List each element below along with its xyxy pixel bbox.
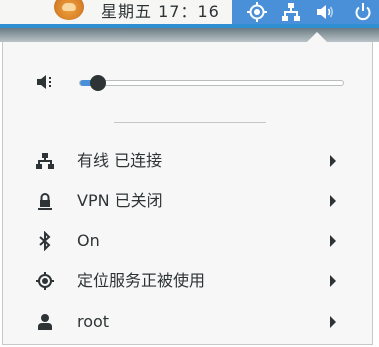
menu-item-user[interactable]: root bbox=[3, 303, 374, 341]
system-menu: 有线 已连接 VPN 已关闭 On 定位服务正被使用 root bbox=[2, 42, 373, 345]
menu-pointer-arrow bbox=[307, 32, 327, 42]
volume-row bbox=[3, 66, 374, 98]
network-wired-icon bbox=[282, 3, 300, 21]
menu-separator bbox=[114, 122, 266, 123]
menu-item-label: root bbox=[77, 312, 110, 331]
submenu-arrow-icon bbox=[330, 195, 336, 207]
menu-item-location-services[interactable]: 定位服务正被使用 bbox=[3, 262, 374, 300]
volume-slider[interactable] bbox=[79, 80, 344, 86]
menu-item-label: On bbox=[77, 231, 100, 250]
submenu-arrow-icon bbox=[330, 316, 336, 328]
network-wired-icon bbox=[36, 153, 54, 169]
bluetooth-icon bbox=[39, 231, 51, 251]
submenu-arrow-icon bbox=[330, 235, 336, 247]
volume-icon bbox=[317, 5, 334, 19]
system-status-area[interactable] bbox=[232, 0, 379, 24]
volume-slider-handle[interactable] bbox=[89, 75, 106, 91]
clock[interactable]: 星期五 17：16 bbox=[101, 0, 220, 22]
top-bar: 星期五 17：16 bbox=[0, 0, 379, 24]
menu-item-label: 定位服务正被使用 bbox=[77, 271, 206, 290]
power-icon bbox=[355, 3, 371, 21]
submenu-arrow-icon bbox=[330, 155, 336, 167]
menu-item-vpn[interactable]: VPN 已关闭 bbox=[3, 182, 374, 220]
fire-app-icon[interactable] bbox=[54, 0, 84, 20]
menu-item-wired-network[interactable]: 有线 已连接 bbox=[3, 142, 374, 180]
location-icon bbox=[36, 272, 54, 290]
vpn-lock-icon bbox=[38, 193, 52, 210]
menu-item-label: VPN 已关闭 bbox=[77, 191, 163, 210]
menu-item-bluetooth[interactable]: On bbox=[3, 222, 374, 260]
user-icon bbox=[38, 314, 52, 330]
menu-item-label: 有线 已连接 bbox=[77, 151, 163, 170]
submenu-arrow-icon bbox=[330, 275, 336, 287]
volume-muted-icon[interactable] bbox=[35, 72, 57, 92]
location-icon bbox=[247, 2, 267, 22]
